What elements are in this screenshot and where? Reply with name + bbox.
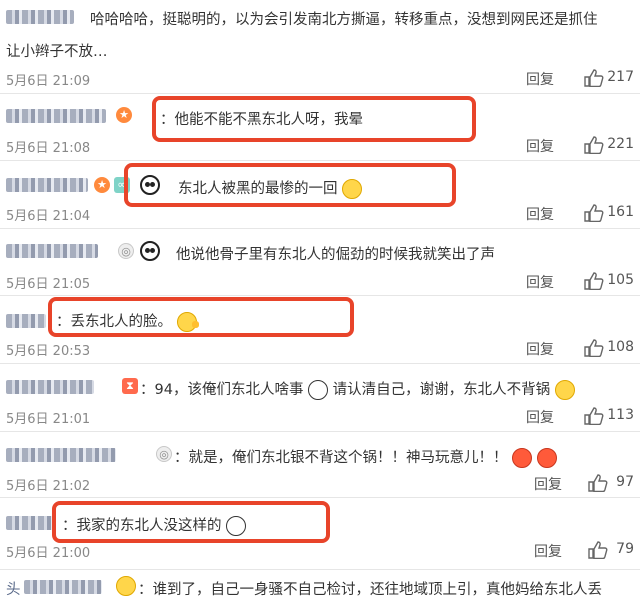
comment-text-body-continued: 请认清自己，谢谢，东北人不背锅 [332, 382, 551, 398]
comment-time: 5月6日 21:02 [6, 479, 91, 494]
comment-time: 5月6日 21:05 [6, 277, 91, 292]
comment-item: ⧗ ：94，该俺们东北人啥事 请认清自己，谢谢，东北人不背锅 5月6日 21:0… [0, 364, 640, 432]
comment-text: 哈哈哈哈，挺聪明的，以为会引发南北方撕逼，转移重点，没想到网民还是抓住 [90, 12, 598, 28]
comment-time: 5月6日 20:53 [6, 344, 91, 359]
username-blurred[interactable] [6, 109, 106, 123]
like-count: 108 [607, 339, 634, 355]
like-count: 161 [607, 204, 634, 220]
comment-text-body: ：94，该俺们东北人啥事 [140, 382, 304, 398]
hourglass-badge-icon: ⧗ [122, 378, 138, 394]
username-prefix[interactable]: 头 [6, 578, 21, 599]
username-blurred[interactable] [6, 244, 98, 258]
comment-item: 哈哈哈哈，挺聪明的，以为会引发南北方撕逼，转移重点，没想到网民还是抓住 让小辫子… [0, 0, 640, 94]
like-count: 217 [607, 69, 634, 85]
panda-avatar-icon [140, 241, 160, 261]
username-blurred[interactable] [6, 448, 116, 462]
reply-button[interactable]: 回复 [526, 136, 554, 156]
like-count: 79 [616, 541, 634, 557]
comment-text: ：就是，俺们东北银不背这个锅！！神马玩意儿！！ [174, 446, 557, 468]
thumbs-up-icon[interactable] [584, 339, 604, 357]
username-blurred[interactable] [6, 10, 74, 24]
comment-time: 5月6日 21:08 [6, 141, 91, 156]
thumbs-up-icon[interactable] [584, 272, 604, 290]
smile-emoji-icon [554, 380, 575, 400]
shocked-emoji-icon [308, 380, 329, 400]
thumbs-up-icon[interactable] [584, 136, 604, 154]
thumbs-up-icon[interactable] [588, 541, 608, 559]
comment-item: ◎ ：就是，俺们东北银不背这个锅！！神马玩意儿！！ 5月6日 21:02 回复 … [0, 432, 640, 498]
comment-time: 5月6日 21:09 [6, 74, 91, 89]
user-badge-icon: ◎ [118, 243, 134, 259]
comment-item: ◎ 他说他骨子里有东北人的倔劲的时候我就笑出了声 5月6日 21:05 回复 1… [0, 229, 640, 296]
user-badge-icon: ★ [94, 177, 110, 193]
comment-text: 他说他骨子里有东北人的倔劲的时候我就笑出了声 [176, 247, 495, 263]
reply-button[interactable]: 回复 [526, 272, 554, 292]
username-blurred[interactable] [6, 314, 46, 328]
angry-emoji-icon [536, 448, 557, 468]
like-count: 97 [616, 474, 634, 490]
reply-button[interactable]: 回复 [526, 339, 554, 359]
username-blurred[interactable] [24, 580, 102, 594]
thumbs-up-icon[interactable] [584, 204, 604, 222]
comment-time: 5月6日 21:00 [6, 546, 91, 561]
like-count: 221 [607, 136, 634, 152]
comment-item: 头 ：谁到了，自己一身骚不自己检讨，还往地域顶上引，真他妈给东北人丢 [0, 570, 640, 603]
comment-text-body: ：就是，俺们东北银不背这个锅！！神马玩意儿！！ [174, 450, 508, 466]
username-blurred[interactable] [6, 380, 94, 394]
username-blurred[interactable] [6, 178, 88, 192]
reply-button[interactable]: 回复 [526, 204, 554, 224]
highlight-box [152, 96, 476, 142]
like-count: 113 [607, 407, 634, 423]
comment-text: ：94，该俺们东北人啥事 请认清自己，谢谢，东北人不背锅 [140, 378, 575, 400]
reply-button[interactable]: 回复 [534, 541, 562, 561]
comment-time: 5月6日 21:01 [6, 412, 91, 427]
comment-text: ：谁到了，自己一身骚不自己检讨，还往地域顶上引，真他妈给东北人丢 [138, 582, 602, 598]
username-blurred[interactable] [6, 516, 54, 530]
reply-button[interactable]: 回复 [526, 407, 554, 427]
angry-emoji-icon [512, 448, 533, 468]
comment-time: 5月6日 21:04 [6, 209, 91, 224]
highlight-box [48, 297, 354, 337]
user-badge-icon: ★ [116, 107, 132, 123]
sunglasses-emoji-icon [116, 576, 136, 596]
like-count: 105 [607, 272, 634, 288]
comment-text-continued: 让小辫子不放… [6, 44, 108, 60]
thumbs-up-icon[interactable] [588, 474, 608, 492]
user-badge-icon: ◎ [156, 446, 172, 462]
highlight-box [52, 501, 330, 543]
thumbs-up-icon[interactable] [584, 69, 604, 87]
reply-button[interactable]: 回复 [526, 69, 554, 89]
thumbs-up-icon[interactable] [584, 407, 604, 425]
reply-button[interactable]: 回复 [534, 474, 562, 494]
highlight-box [124, 163, 456, 207]
